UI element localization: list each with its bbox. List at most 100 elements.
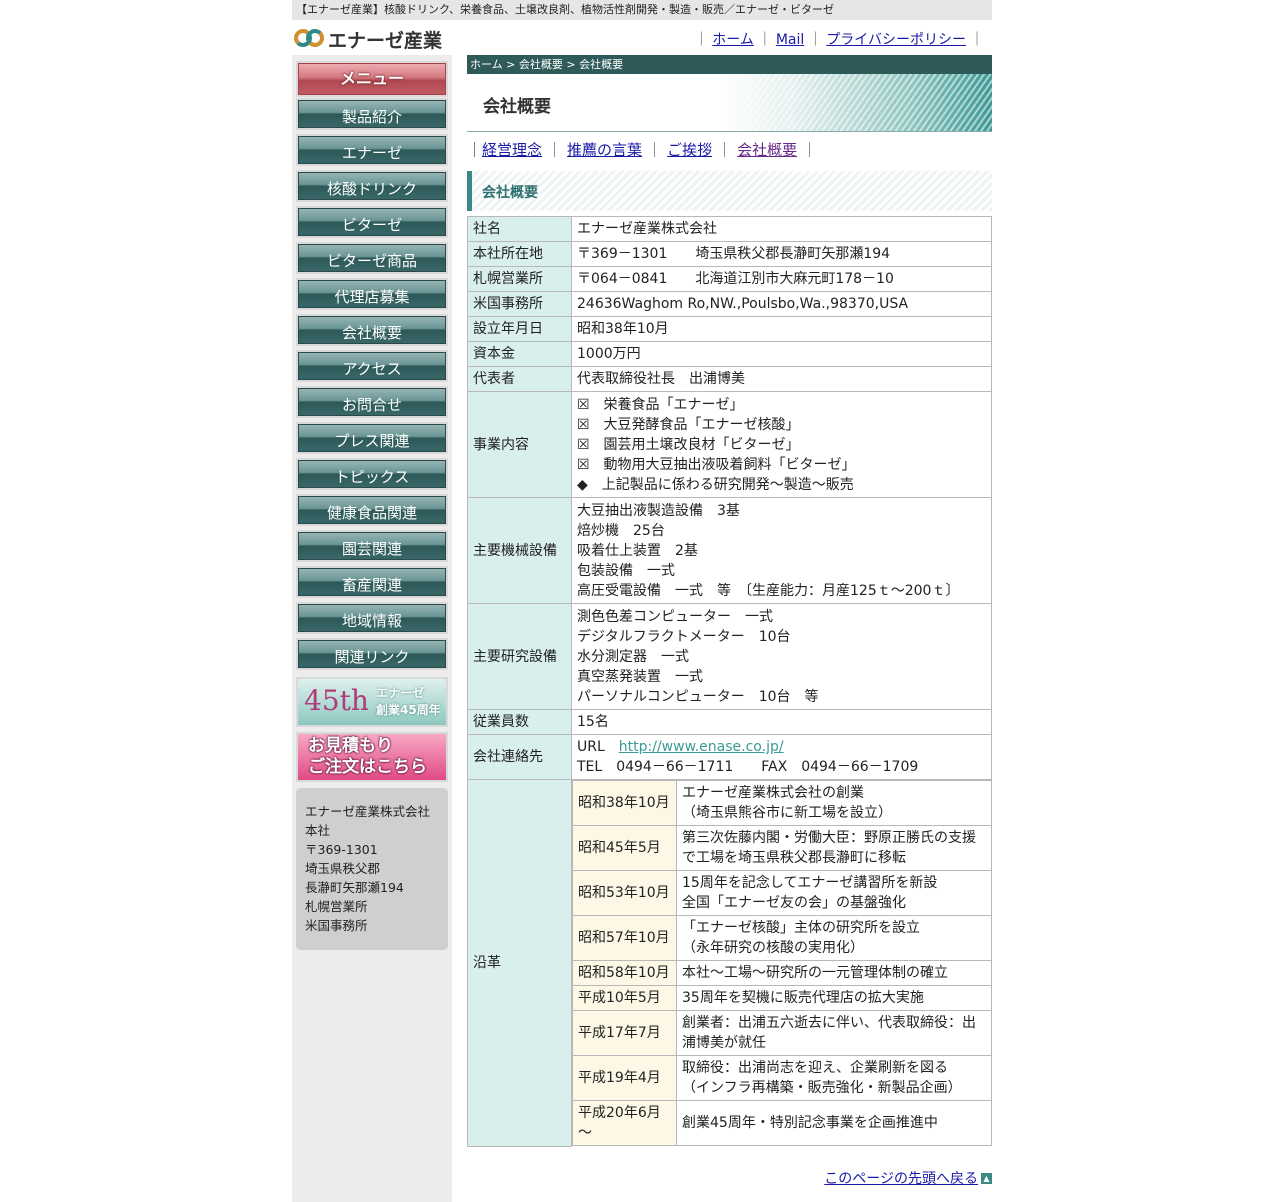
history-date: 平成19年4月 [572, 1055, 677, 1101]
banner-45th-text: 45th [304, 684, 369, 717]
history-date: 昭和38年10月 [572, 780, 677, 826]
history-text: 第三次佐藤内閣・労働大臣：野原正勝氏の支援 で工場を埼玉県秩父郡長瀞町に移転 [676, 825, 992, 871]
row-label: 会社連絡先 [467, 734, 572, 780]
logo-text: エナーゼ産業 [328, 29, 443, 52]
page-title: 会社概要 [483, 97, 551, 117]
row-label: 事業内容 [467, 391, 572, 498]
nav-mail-link[interactable]: Mail [776, 32, 804, 48]
row-label: 札幌営業所 [467, 266, 572, 292]
history-row: 昭和58年10月 本社～工場～研究所の一元管理体制の確立 [572, 960, 992, 986]
sidebar-item-enase[interactable]: エナーゼ [296, 134, 448, 166]
sidebar-item-livestock[interactable]: 畜産関連 [296, 566, 448, 598]
machine-line: 大豆抽出液製造設備 3基 [577, 502, 740, 519]
subnav-recommendation[interactable]: 推薦の言葉 [567, 141, 642, 159]
history-table: 昭和38年10月 エナーゼ産業株式会社の創業 （埼玉県熊谷市に新工場を設立） 昭和… [572, 780, 992, 1146]
row-value: 昭和38年10月 [571, 316, 992, 342]
history-text: 「エナーゼ核酸」主体の研究所を設立 （永年研究の核酸の実用化） [676, 915, 992, 961]
table-row: 従業員数 15名 [467, 709, 992, 735]
url-label: URL [577, 739, 619, 755]
history-row: 昭和57年10月 「エナーゼ核酸」主体の研究所を設立 （永年研究の核酸の実用化） [572, 915, 992, 961]
back-to-top-link[interactable]: このページの先頭へ戻る [824, 1171, 978, 1187]
table-row: 事業内容 ☒ 栄養食品「エナーゼ」 ☒ 大豆発酵食品「エナーゼ核酸」 ☒ 園芸用… [467, 391, 992, 498]
row-value: 〒064－0841 北海道江別市大麻元町178－10 [571, 266, 992, 292]
machine-line: 焙炒機 25台 [577, 522, 665, 539]
machine-line: 吸着仕上装置 2基 [577, 542, 698, 559]
history-text: 本社～工場～研究所の一元管理体制の確立 [676, 960, 992, 986]
history-date: 平成10年5月 [572, 985, 677, 1011]
row-value: ☒ 栄養食品「エナーゼ」 ☒ 大豆発酵食品「エナーゼ核酸」 ☒ 園芸用土壌改良材… [571, 391, 992, 498]
table-row: 札幌営業所 〒064－0841 北海道江別市大麻元町178－10 [467, 266, 992, 292]
sidebar-item-contact[interactable]: お問合せ [296, 386, 448, 418]
history-row: 平成10年5月 35周年を契機に販売代理店の拡大実施 [572, 985, 992, 1011]
banner-45th-caption: エナーゼ 創業45周年 [376, 686, 441, 717]
row-label: 資本金 [467, 341, 572, 367]
title-band-decoration [722, 74, 992, 131]
table-row: 社名 エナーゼ産業株式会社 [467, 216, 992, 242]
header-nav: ｜ホーム｜ Mail ｜プライバシーポリシー｜ [694, 32, 984, 48]
nav-privacy-link[interactable]: プライバシーポリシー [826, 32, 966, 48]
sidebar-item-access[interactable]: アクセス [296, 350, 448, 382]
row-label: 設立年月日 [467, 316, 572, 342]
logo-rings-icon [294, 26, 324, 52]
row-label: 従業員数 [467, 709, 572, 735]
row-value: 1000万円 [571, 341, 992, 367]
row-label: 社名 [467, 216, 572, 242]
sidebar-item-press[interactable]: プレス関連 [296, 422, 448, 454]
address-box: エナーゼ産業株式会社 本社 〒369-1301 埼玉県秩父郡 長瀞町矢那瀬194… [296, 788, 448, 950]
company-url-link[interactable]: http://www.enase.co.jp/ [619, 739, 784, 755]
tel-fax: TEL 0494－66－1711 FAX 0494－66－1709 [577, 759, 919, 775]
site-logo[interactable]: エナーゼ産業 [294, 24, 442, 54]
row-value: 15名 [571, 709, 992, 735]
research-line: 水分測定器 一式 [577, 648, 689, 665]
table-row: 資本金 1000万円 [467, 341, 992, 367]
history-date: 平成17年7月 [572, 1010, 677, 1056]
sub-navigation: ｜経営理念｜推薦の言葉｜ご挨拶｜会社概要｜ [467, 141, 818, 159]
site-tagline: 【エナーゼ産業】核酸ドリンク、栄養食品、土壌改良剤、植物活性剤開発・製造・販売／… [296, 3, 835, 16]
sidebar-item-agency[interactable]: 代理店募集 [296, 278, 448, 310]
research-line: デジタルフラクトメーター 10台 [577, 628, 791, 645]
machine-line: 包装設備 一式 [577, 562, 675, 579]
arrow-up-icon[interactable]: ▲ [981, 1173, 992, 1184]
sidebar-item-bitase[interactable]: ビターゼ [296, 206, 448, 238]
row-value: 大豆抽出液製造設備 3基 焙炒機 25台 吸着仕上装置 2基 包装設備 一式 高… [571, 497, 992, 604]
sidebar-item-regional[interactable]: 地域情報 [296, 602, 448, 634]
sidebar-item-products[interactable]: 製品紹介 [296, 98, 448, 130]
sidebar-item-bitase-products[interactable]: ビターゼ商品 [296, 242, 448, 274]
company-info-table: 社名 エナーゼ産業株式会社 本社所在地 〒369－1301 埼玉県秩父郡長瀞町矢… [467, 216, 992, 1147]
back-to-top[interactable]: このページの先頭へ戻る ▲ [824, 1168, 992, 1188]
history-text: 創業者：出浦五六逝去に伴い、代表取締役：出 浦博美が就任 [676, 1010, 992, 1056]
title-band: 会社概要 [467, 74, 992, 132]
history-date: 平成20年6月～ [572, 1100, 677, 1146]
table-row: 沿革 昭和38年10月 エナーゼ産業株式会社の創業 （埼玉県熊谷市に新工場を設立）… [467, 779, 992, 1147]
subnav-company-overview[interactable]: 会社概要 [737, 141, 797, 159]
subnav-greeting[interactable]: ご挨拶 [667, 141, 712, 159]
sidebar-item-gardening[interactable]: 園芸関連 [296, 530, 448, 562]
anniversary-banner[interactable]: 45th エナーゼ 創業45周年 [296, 677, 448, 727]
business-line: ☒ 大豆発酵食品「エナーゼ核酸」 [577, 416, 800, 433]
business-line: ◆ 上記製品に係わる研究開発～製造～販売 [577, 476, 854, 493]
sidebar-item-links[interactable]: 関連リンク [296, 638, 448, 670]
order-banner[interactable]: お見積もり ご注文はこちら [296, 732, 448, 782]
machine-line: 高圧受電設備 一式 等 〔生産能力：月産125ｔ～200ｔ〕 [577, 582, 960, 599]
history-text: 35周年を契機に販売代理店の拡大実施 [676, 985, 992, 1011]
table-row: 米国事務所 24636Waghom Ro,NW.,Poulsbo,Wa.,983… [467, 291, 992, 317]
nav-home-link[interactable]: ホーム [712, 32, 754, 48]
table-row: 主要研究設備 測色色差コンピューター 一式 デジタルフラクトメーター 10台 水… [467, 603, 992, 710]
history-date: 昭和58年10月 [572, 960, 677, 986]
history-text: 15周年を記念してエナーゼ講習所を新設 全国「エナーゼ友の会」の基盤強化 [676, 870, 992, 916]
history-text: 創業45周年・特別記念事業を企画推進中 [676, 1100, 992, 1146]
row-value: 測色色差コンピューター 一式 デジタルフラクトメーター 10台 水分測定器 一式… [571, 603, 992, 710]
sidebar-item-topics[interactable]: トピックス [296, 458, 448, 490]
subnav-philosophy[interactable]: 経営理念 [482, 141, 542, 159]
sidebar-item-company[interactable]: 会社概要 [296, 314, 448, 346]
site-tagline-bar: 【エナーゼ産業】核酸ドリンク、栄養食品、土壌改良剤、植物活性剤開発・製造・販売／… [292, 0, 992, 20]
section-title: 会社概要 [482, 185, 538, 201]
row-value: 代表取締役社長 出浦博美 [571, 366, 992, 392]
table-row: 主要機械設備 大豆抽出液製造設備 3基 焙炒機 25台 吸着仕上装置 2基 包装… [467, 497, 992, 604]
sidebar-item-nucleic-drink[interactable]: 核酸ドリンク [296, 170, 448, 202]
research-line: 真空蒸発装置 一式 [577, 668, 703, 685]
table-row: 設立年月日 昭和38年10月 [467, 316, 992, 342]
sidebar-item-health-food[interactable]: 健康食品関連 [296, 494, 448, 526]
history-text: エナーゼ産業株式会社の創業 （埼玉県熊谷市に新工場を設立） [676, 780, 992, 826]
history-date: 昭和57年10月 [572, 915, 677, 961]
